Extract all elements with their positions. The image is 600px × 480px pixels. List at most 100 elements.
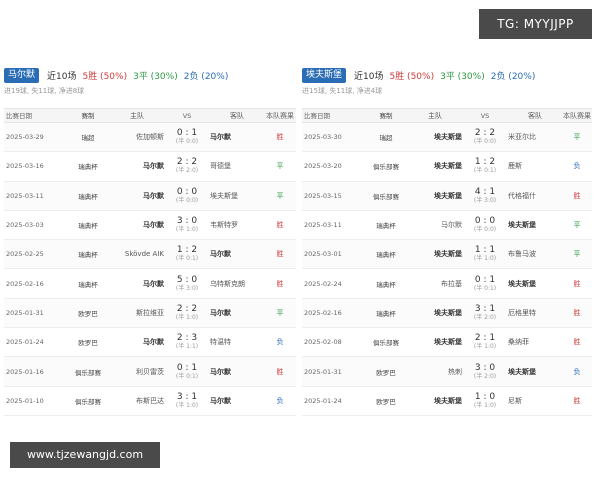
match-competition: 俱乐部赛 — [75, 368, 101, 377]
away-team[interactable]: 代格福什 — [504, 191, 562, 201]
table-row[interactable]: 2025-02-24 瑞典杯 布拉基 0 : 1 (半 0:1) 埃夫斯堡胜 — [302, 269, 592, 299]
full-time-score: 2 : 2 — [176, 303, 198, 314]
match-competition: 瑞典杯 — [78, 192, 98, 201]
match-date: 2025-01-31 — [304, 367, 342, 376]
match-competition: 俱乐部赛 — [373, 163, 399, 172]
home-team[interactable]: 埃夫斯堡 — [408, 308, 466, 318]
home-team[interactable]: 马尔默 — [408, 220, 466, 230]
away-team[interactable]: 米亚尔比 — [504, 132, 562, 142]
table-row[interactable]: 2025-01-31 欧罗巴 斯拉维亚 2 : 2 (半 1:0) 马尔默平 — [4, 298, 296, 329]
away-team[interactable]: 马尔默 — [206, 132, 264, 142]
table-row[interactable]: 2025-03-30 瑞超 埃夫斯堡 2 : 2 (半 0:0) 米亚尔比平 — [302, 123, 592, 153]
panel-team-1: 马尔默 近10场 5胜 (50%) 3平 (30%) 2负 (20%) 进19球… — [4, 66, 296, 416]
away-team[interactable]: 哥德堡 — [206, 161, 264, 171]
draws-stat: 3平 (30%) — [133, 71, 178, 82]
col-date: 比赛日期 — [6, 112, 32, 120]
table-row[interactable]: 2025-03-11 瑞典杯 马尔默 0 : 0 (半 0:0) 埃夫斯堡平 — [302, 210, 592, 241]
match-date: 2025-03-11 — [304, 221, 342, 230]
away-team[interactable]: 韦斯特罗 — [206, 220, 264, 230]
home-team[interactable]: 埃夫斯堡 — [408, 132, 466, 142]
away-team[interactable]: 埃夫斯堡 — [206, 191, 264, 201]
home-team[interactable]: 马尔默 — [110, 279, 168, 289]
match-result: 负 — [276, 338, 284, 347]
half-time-score: (半 0:1) — [473, 167, 497, 175]
match-score: 3 : 0 (半 1:0) — [168, 216, 206, 234]
full-time-score: 0 : 0 — [474, 216, 496, 227]
away-team[interactable]: 桑纳菲 — [504, 337, 562, 347]
table-row[interactable]: 2025-03-29 瑞超 佐加顿斯 0 : 1 (半 0:0) 马尔默胜 — [4, 123, 296, 153]
away-team[interactable]: 马尔默 — [206, 249, 264, 259]
match-competition: 瑞典杯 — [376, 280, 396, 289]
away-team[interactable]: 布鲁马波 — [504, 249, 562, 259]
full-time-score: 1 : 1 — [474, 245, 496, 256]
half-time-score: (半 2:0) — [175, 167, 199, 175]
half-time-score: (半 0:1) — [175, 372, 199, 380]
away-team[interactable]: 乌特斯克朗 — [206, 279, 264, 289]
table-row[interactable]: 2025-02-25 瑞典杯 Skövde AIK 1 : 2 (半 0:1) 马尔默胜 — [4, 240, 296, 270]
home-team[interactable]: 布斯巴达 — [110, 396, 168, 406]
match-score: 3 : 0 (半 2:0) — [466, 363, 504, 381]
table-row[interactable]: 2025-01-24 欧罗巴 马尔默 2 : 3 (半 1:1) 特温特负 — [4, 328, 296, 358]
match-date: 2025-03-15 — [304, 191, 342, 200]
home-team[interactable]: 埃夫斯堡 — [408, 249, 466, 259]
away-team[interactable]: 埃夫斯堡 — [504, 279, 562, 289]
table-row[interactable]: 2025-03-20 俱乐部赛 埃夫斯堡 1 : 2 (半 0:1) 鹿斯负 — [302, 152, 592, 182]
home-team[interactable]: 佐加顿斯 — [110, 132, 168, 142]
col-home: 主队 — [428, 112, 442, 120]
home-team[interactable]: 利贝雷茨 — [110, 367, 168, 377]
table-row[interactable]: 2025-02-08 俱乐部赛 埃夫斯堡 2 : 1 (半 1:0) 桑纳菲胜 — [302, 328, 592, 358]
full-time-score: 2 : 2 — [474, 128, 496, 139]
half-time-score: (半 0:0) — [175, 196, 199, 204]
table-row[interactable]: 2025-01-16 俱乐部赛 利贝雷茨 0 : 1 (半 0:1) 马尔默胜 — [4, 357, 296, 387]
home-team[interactable]: 埃夫斯堡 — [408, 337, 466, 347]
half-time-score: (半 0:0) — [473, 226, 497, 234]
home-team[interactable]: 马尔默 — [110, 191, 168, 201]
table-row[interactable]: 2025-01-10 俱乐部赛 布斯巴达 3 : 1 (半 1:0) 马尔默负 — [4, 386, 296, 416]
match-competition: 瑞典杯 — [78, 222, 98, 231]
team-tag[interactable]: 埃夫斯堡 — [302, 67, 347, 83]
away-team[interactable]: 马尔默 — [206, 367, 264, 377]
half-time-score: (半 2:0) — [473, 372, 497, 380]
home-team[interactable]: 埃夫斯堡 — [408, 396, 466, 406]
away-team[interactable]: 埃夫斯堡 — [504, 367, 562, 377]
match-competition: 瑞典杯 — [78, 251, 98, 260]
table-row[interactable]: 2025-03-11 瑞典杯 马尔默 0 : 0 (半 0:0) 埃夫斯堡平 — [4, 181, 296, 211]
home-team[interactable]: 马尔默 — [110, 337, 168, 347]
away-team[interactable]: 尼斯 — [504, 396, 562, 406]
table-row[interactable]: 2025-01-31 欧罗巴 热刺 3 : 0 (半 2:0) 埃夫斯堡负 — [302, 357, 592, 387]
home-team[interactable]: 埃夫斯堡 — [408, 161, 466, 171]
home-team[interactable]: 马尔默 — [110, 161, 168, 171]
full-time-score: 0 : 1 — [474, 274, 496, 285]
match-score: 0 : 1 (半 0:0) — [168, 128, 206, 146]
away-team[interactable]: 埃夫斯堡 — [504, 220, 562, 230]
away-team[interactable]: 鹿斯 — [504, 161, 562, 171]
match-result: 平 — [276, 308, 284, 317]
away-team[interactable]: 厄格里特 — [504, 308, 562, 318]
table-row[interactable]: 2025-03-03 瑞典杯 马尔默 3 : 0 (半 1:0) 韦斯特罗胜 — [4, 210, 296, 241]
full-time-score: 0 : 1 — [176, 128, 198, 139]
home-team[interactable]: 埃夫斯堡 — [408, 191, 466, 201]
home-team[interactable]: 热刺 — [408, 367, 466, 377]
half-time-score: (半 3:0) — [473, 196, 497, 204]
table-row[interactable]: 2025-03-16 瑞典杯 马尔默 2 : 2 (半 2:0) 哥德堡平 — [4, 152, 296, 182]
home-team[interactable]: Skövde AIK — [110, 250, 168, 258]
table-row[interactable]: 2025-02-16 瑞典杯 马尔默 5 : 0 (半 3:0) 乌特斯克朗胜 — [4, 269, 296, 299]
team-tag[interactable]: 马尔默 — [4, 67, 40, 83]
table-row[interactable]: 2025-01-24 欧罗巴 埃夫斯堡 1 : 0 (半 1:0) 尼斯胜 — [302, 386, 592, 416]
full-time-score: 3 : 0 — [176, 216, 198, 227]
away-team[interactable]: 马尔默 — [206, 396, 264, 406]
away-team[interactable]: 马尔默 — [206, 308, 264, 318]
home-team[interactable]: 斯拉维亚 — [110, 308, 168, 318]
match-table: 比赛日期 赛制 主队 VS 客队 本队赛果 2025-03-29 瑞超 佐加顿斯 0 … — [4, 108, 296, 416]
away-team[interactable]: 特温特 — [206, 337, 264, 347]
home-team[interactable]: 马尔默 — [110, 220, 168, 230]
half-time-score: (半 1:0) — [175, 226, 199, 234]
table-row[interactable]: 2025-02-16 瑞典杯 埃夫斯堡 3 : 1 (半 2:0) 厄格里特胜 — [302, 298, 592, 329]
table-row[interactable]: 2025-03-01 瑞典杯 埃夫斯堡 1 : 1 (半 1:0) 布鲁马波平 — [302, 240, 592, 270]
home-team[interactable]: 布拉基 — [408, 279, 466, 289]
full-time-score: 3 : 1 — [474, 303, 496, 314]
match-score: 1 : 0 (半 1:0) — [466, 392, 504, 410]
full-time-score: 2 : 1 — [474, 333, 496, 344]
full-time-score: 1 : 0 — [474, 391, 496, 402]
table-row[interactable]: 2025-03-15 俱乐部赛 埃夫斯堡 4 : 1 (半 3:0) 代格福什胜 — [302, 181, 592, 211]
